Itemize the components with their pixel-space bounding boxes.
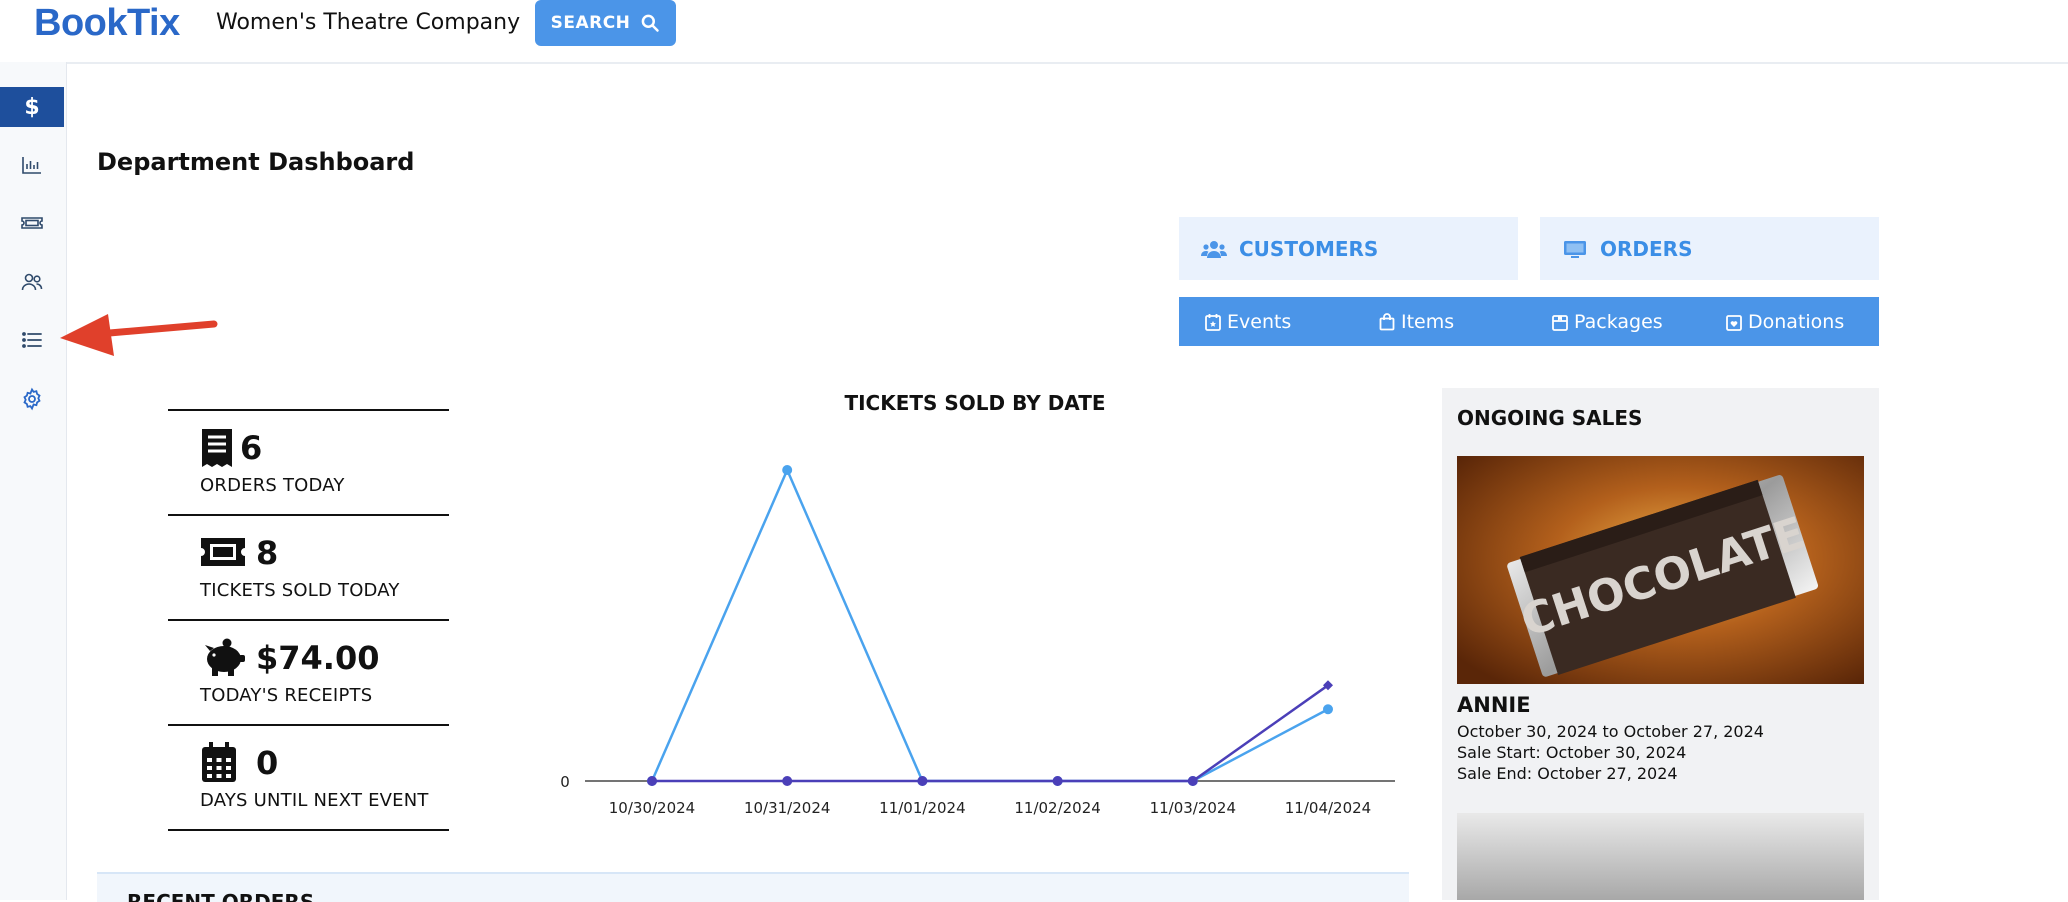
bar-chart-icon [22, 157, 41, 174]
sale-item-name[interactable]: ANNIE [1457, 693, 1531, 717]
users-icon [21, 273, 43, 291]
stat-orders-today: 6 ORDERS TODAY [168, 409, 449, 514]
y-tick-label: 0 [560, 773, 570, 791]
orders-today-label: ORDERS TODAY [200, 475, 345, 496]
orders-label: ORDERS [1600, 236, 1693, 261]
gear-icon [23, 387, 41, 411]
monitor-icon [1564, 240, 1586, 258]
data-point[interactable] [917, 776, 928, 786]
users-icon [1201, 240, 1227, 258]
package-icon [1552, 314, 1568, 331]
donation-box-icon [1726, 314, 1742, 331]
top-bar: BookTix Women's Theatre Company SEARCH [0, 0, 2068, 64]
subnav-items-label: Items [1401, 310, 1455, 333]
data-point[interactable] [1323, 704, 1333, 715]
recent-orders-section: RECENT ORDERS [97, 872, 1409, 902]
sidebar-item-reports[interactable] [0, 145, 64, 185]
customers-link[interactable]: CUSTOMERS [1179, 217, 1518, 280]
sale-item-sale-start: Sale Start: October 30, 2024 [1457, 743, 1687, 762]
stats-panel: 6 ORDERS TODAY 8 TICKETS SOLD TODAY $74.… [168, 409, 449, 831]
subnav-bar: Events Items Packages Donations [1179, 297, 1879, 346]
sidebar-item-settings[interactable] [0, 379, 64, 419]
chocolate-bar-image: CHOCOLATE [1457, 456, 1864, 684]
todays-receipts-value: $74.00 [256, 639, 380, 677]
orders-link[interactable]: ORDERS [1540, 217, 1879, 280]
booktix-logo[interactable]: BookTix [34, 0, 180, 46]
tickets-sold-chart: 0 10/30/2024 10/31/2024 11/01/2024 11/02/202… [540, 385, 1420, 825]
ticket-icon [201, 538, 245, 566]
subnav-donations-label: Donations [1748, 310, 1845, 333]
dollar-icon: $ [24, 95, 39, 119]
subnav-donations[interactable]: Donations [1726, 297, 1844, 346]
data-point[interactable] [1052, 776, 1063, 786]
x-tick-label: 11/04/2024 [1285, 799, 1371, 817]
svg-text:$: $ [24, 95, 39, 119]
tickets-sold-today-value: 8 [256, 534, 279, 572]
x-tick-label: 11/01/2024 [879, 799, 965, 817]
sidebar-item-tickets[interactable] [0, 203, 64, 243]
subnav-events-label: Events [1227, 310, 1292, 333]
x-tick-label: 10/31/2024 [744, 799, 830, 817]
data-point[interactable] [782, 776, 793, 786]
shopping-bag-icon [1379, 312, 1395, 330]
days-until-next-event-value: 0 [256, 744, 279, 782]
calendar-icon [1205, 313, 1221, 331]
x-tick-label: 11/03/2024 [1150, 799, 1236, 817]
annotation-arrow [60, 314, 218, 356]
todays-receipts-label: TODAY'S RECEIPTS [200, 685, 373, 706]
data-point[interactable] [782, 465, 793, 475]
x-tick-label: 11/02/2024 [1014, 799, 1100, 817]
sidebar-item-customers[interactable] [0, 262, 64, 302]
stat-todays-receipts: $74.00 TODAY'S RECEIPTS [168, 619, 449, 724]
series-line-0 [650, 466, 1329, 783]
ticket-icon [21, 217, 43, 229]
list-icon [22, 332, 42, 348]
customers-label: CUSTOMERS [1239, 236, 1379, 261]
ongoing-sales-title: ONGOING SALES [1457, 406, 1643, 430]
series-line-1 [652, 684, 1329, 783]
x-tick-label: 10/30/2024 [609, 799, 695, 817]
tickets-sold-today-label: TICKETS SOLD TODAY [200, 580, 400, 601]
sale-item-sale-end: Sale End: October 27, 2024 [1457, 764, 1678, 783]
search-button[interactable]: SEARCH [535, 0, 676, 46]
chart-title: TICKETS SOLD BY DATE [844, 391, 1106, 415]
search-button-label: SEARCH [550, 13, 631, 33]
sidebar: $ [0, 62, 67, 900]
subnav-events[interactable]: Events [1205, 297, 1291, 346]
subnav-packages-label: Packages [1574, 310, 1663, 333]
piggy-bank-icon [205, 638, 245, 676]
sidebar-item-sales[interactable]: $ [0, 87, 64, 127]
sidebar-item-lists[interactable] [0, 320, 64, 360]
subnav-packages[interactable]: Packages [1552, 297, 1663, 346]
ongoing-sales-panel: ONGOING SALES CHOCOLATE ANNIE October 30… [1442, 388, 1879, 900]
search-icon [642, 14, 660, 32]
orders-today-value: 6 [240, 429, 263, 467]
sale-item-date-range: October 30, 2024 to October 27, 2024 [1457, 722, 1764, 741]
calendar-icon [202, 742, 236, 782]
subnav-items[interactable]: Items [1379, 297, 1454, 346]
stat-days-until-next-event: 0 DAYS UNTIL NEXT EVENT [168, 724, 449, 831]
sale-item-image[interactable]: CHOCOLATE [1457, 456, 1864, 684]
stat-tickets-sold-today: 8 TICKETS SOLD TODAY [168, 514, 449, 619]
days-until-next-event-label: DAYS UNTIL NEXT EVENT [200, 790, 429, 811]
organization-name: Women's Theatre Company [216, 10, 521, 35]
sale-item-image-2[interactable] [1457, 813, 1864, 900]
page-title: Department Dashboard [97, 148, 415, 176]
data-point[interactable] [647, 776, 657, 786]
recent-orders-title: RECENT ORDERS [127, 890, 315, 902]
data-point[interactable] [1187, 776, 1198, 786]
chart-canvas: 0 10/30/2024 10/31/2024 11/01/2024 11/02/202… [560, 465, 1395, 817]
